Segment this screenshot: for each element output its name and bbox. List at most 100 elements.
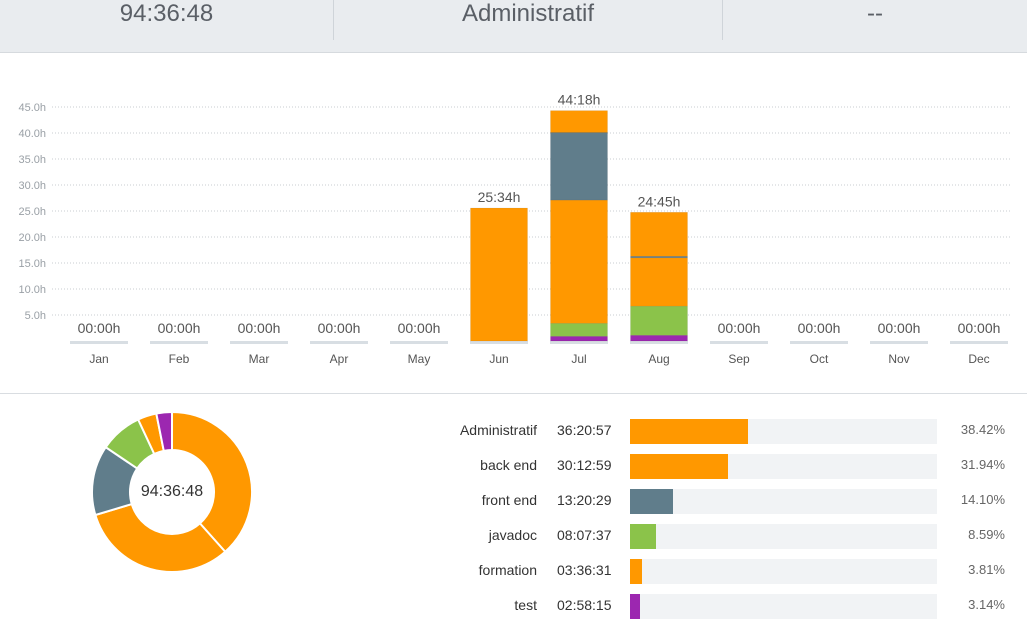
- bar-baseline: [70, 341, 128, 344]
- project-time: 08:07:37: [557, 527, 612, 543]
- x-tick-label: Feb: [169, 352, 190, 366]
- bar-baseline: [390, 341, 448, 344]
- x-tick-label: Jan: [89, 352, 108, 366]
- breakdown-row[interactable]: formation 03:36:31 3.81%: [430, 552, 1027, 587]
- summary-header: 94:36:48 Administratif --: [0, 0, 1027, 53]
- selected-project-name: Administratif: [461, 0, 595, 27]
- bar-total-label: 00:00h: [398, 320, 441, 336]
- bar-segment: [550, 132, 608, 201]
- bar-total-label: 00:00h: [878, 320, 921, 336]
- total-time-value: 94:36:48: [119, 0, 214, 27]
- x-tick-label: Mar: [249, 352, 270, 366]
- bar-baseline: [470, 341, 528, 344]
- y-tick-label: 35.0h: [18, 154, 46, 166]
- bar-baseline: [950, 341, 1008, 344]
- breakdown-row[interactable]: back end 30:12:59 31.94%: [430, 447, 1027, 482]
- project-name: javadoc: [488, 527, 537, 543]
- bar-segment: [550, 110, 608, 133]
- x-tick-label: Nov: [888, 352, 909, 366]
- project-percent: 38.42%: [960, 422, 1005, 437]
- bar-segment: [550, 336, 608, 342]
- breakdown-row[interactable]: Administratif 36:20:57 38.42%: [430, 412, 1027, 447]
- breakdown-row[interactable]: javadoc 08:07:37 8.59%: [430, 517, 1027, 552]
- bar-total-label: 00:00h: [958, 320, 1001, 336]
- x-tick-label: Sep: [728, 352, 750, 366]
- progress-fill: [630, 454, 729, 479]
- bar-total-label: 00:00h: [78, 320, 121, 336]
- progress-track: [630, 489, 937, 514]
- project-percent: 8.59%: [968, 527, 1005, 542]
- progress-fill: [630, 524, 657, 549]
- y-tick-label: 15.0h: [18, 258, 46, 270]
- progress-track: [630, 524, 937, 549]
- progress-track: [630, 559, 937, 584]
- third-cell: --: [722, 0, 1027, 40]
- bar-total-label: 00:00h: [158, 320, 201, 336]
- total-time-cell: 94:36:48: [0, 0, 333, 40]
- progress-track: [630, 594, 937, 619]
- bar-segment: [630, 305, 688, 336]
- x-tick-label: Oct: [810, 352, 829, 366]
- bar-total-label: 24:45h: [638, 193, 681, 209]
- bar-baseline: [550, 341, 608, 344]
- y-tick-label: 30.0h: [18, 180, 46, 192]
- project-name: formation: [478, 562, 537, 578]
- project-name: Administratif: [459, 422, 537, 438]
- section-divider: [0, 393, 1027, 394]
- progress-fill: [630, 419, 748, 444]
- bar-segment: [470, 207, 528, 342]
- bar-baseline: [870, 341, 928, 344]
- bar-segment: [550, 199, 608, 324]
- project-time: 02:58:15: [557, 597, 612, 613]
- bar-segment: [630, 335, 688, 342]
- bar-baseline: [230, 341, 288, 344]
- bar-total-label: 00:00h: [798, 320, 841, 336]
- y-tick-label: 10.0h: [18, 284, 46, 296]
- bar-total-label: 00:00h: [238, 320, 281, 336]
- project-name: back end: [480, 457, 537, 473]
- project-time: 03:36:31: [557, 562, 612, 578]
- y-tick-label: 20.0h: [18, 232, 46, 244]
- breakdown-row[interactable]: front end 13:20:29 14.10%: [430, 482, 1027, 517]
- y-tick-label: 40.0h: [18, 128, 46, 140]
- bar-baseline: [630, 341, 688, 344]
- x-tick-label: Apr: [330, 352, 349, 366]
- bar-total-label: 00:00h: [318, 320, 361, 336]
- bar-segment: [630, 212, 688, 257]
- bar-total-label: 44:18h: [558, 92, 601, 108]
- project-percent: 3.14%: [968, 597, 1005, 612]
- monthly-stacked-bar-chart: 5.0h 10.0h 15.0h 20.0h 25.0h 30.0h 35.0h 40.0h 4…: [18, 92, 1012, 366]
- progress-fill: [630, 559, 642, 584]
- progress-track: [630, 454, 937, 479]
- breakdown-row[interactable]: test 02:58:15 3.14%: [430, 587, 1027, 622]
- project-name: front end: [481, 492, 537, 508]
- y-tick-label: 45.0h: [18, 102, 46, 114]
- donut-slice: [94, 502, 227, 573]
- x-tick-label: Jun: [489, 352, 508, 366]
- bar-baseline: [710, 341, 768, 344]
- bar-baseline: [790, 341, 848, 344]
- x-tick-label: May: [408, 352, 431, 366]
- bar-baseline: [150, 341, 208, 344]
- project-donut-chart: [91, 410, 253, 573]
- project-percent: 31.94%: [960, 457, 1005, 472]
- project-cell[interactable]: Administratif: [333, 0, 722, 40]
- project-name: test: [514, 597, 537, 613]
- y-tick-label: 25.0h: [18, 206, 46, 218]
- bar-total-label: 00:00h: [718, 320, 761, 336]
- x-tick-label: Aug: [648, 352, 669, 366]
- project-percent: 14.10%: [960, 492, 1005, 507]
- project-percent: 3.81%: [968, 562, 1005, 577]
- donut-slice: [171, 410, 253, 554]
- x-tick-label: Jul: [571, 352, 586, 366]
- bar-segment: [630, 257, 688, 307]
- project-time: 30:12:59: [557, 457, 612, 473]
- bar-baseline: [310, 341, 368, 344]
- progress-fill: [630, 594, 640, 619]
- progress-fill: [630, 489, 674, 514]
- y-tick-label: 5.0h: [25, 310, 46, 322]
- x-tick-label: Dec: [968, 352, 989, 366]
- project-time: 13:20:29: [557, 492, 612, 508]
- project-time: 36:20:57: [557, 422, 612, 438]
- third-value: --: [867, 0, 883, 27]
